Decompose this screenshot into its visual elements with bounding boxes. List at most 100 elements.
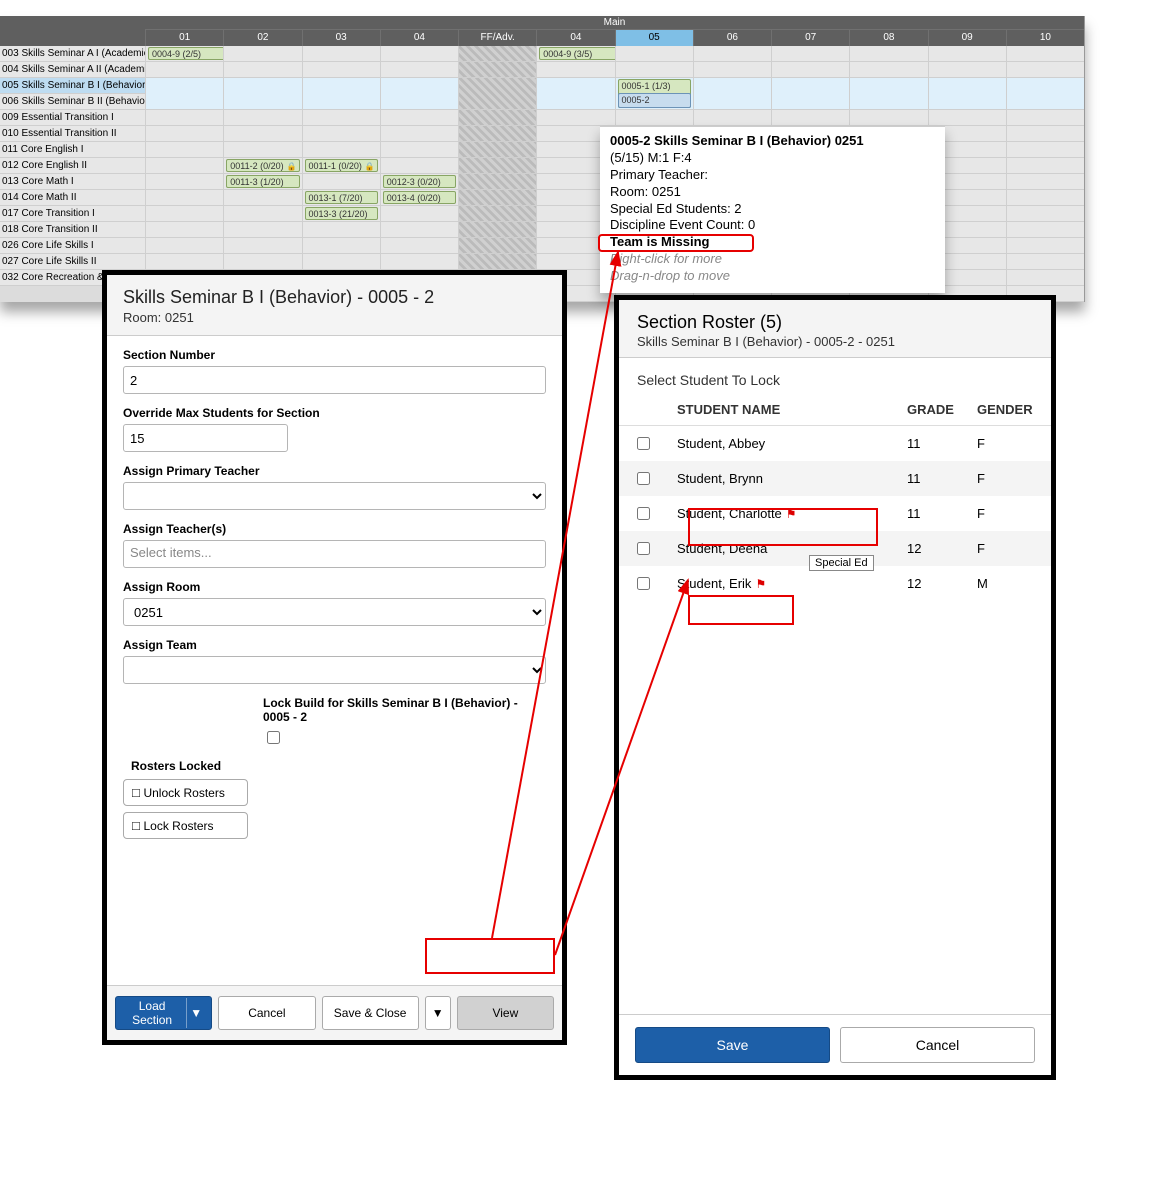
grid-cell[interactable] — [302, 126, 380, 141]
grid-cell[interactable] — [145, 78, 223, 109]
grid-cell[interactable] — [458, 110, 536, 125]
grid-cell[interactable] — [145, 174, 223, 189]
grid-cell[interactable] — [458, 158, 536, 173]
grid-cell[interactable] — [1006, 158, 1084, 173]
grid-cell[interactable] — [145, 62, 223, 77]
grid-cell[interactable] — [615, 110, 693, 125]
grid-cell[interactable] — [1006, 110, 1084, 125]
save-close-caret[interactable]: ▼ — [425, 996, 451, 1030]
grid-cell[interactable] — [458, 222, 536, 237]
section-number-input[interactable] — [123, 366, 546, 394]
grid-cell[interactable] — [928, 46, 1006, 61]
course-row-label[interactable]: 013 Core Math I — [0, 174, 145, 190]
grid-cell[interactable] — [1006, 238, 1084, 253]
grid-cell[interactable] — [145, 126, 223, 141]
grid-cell[interactable] — [302, 142, 380, 157]
grid-cell[interactable] — [928, 110, 1006, 125]
course-row-label[interactable]: 010 Essential Transition II — [0, 126, 145, 142]
roster-row[interactable]: Student, Erik⚑12M — [619, 566, 1051, 601]
grid-cell[interactable]: 0012-3 (0/20) — [380, 174, 458, 189]
grid-cell[interactable] — [302, 238, 380, 253]
course-row-label[interactable]: 006 Skills Seminar B II (Behavior) — [0, 94, 145, 110]
grid-cell[interactable] — [849, 46, 927, 61]
grid-cell[interactable] — [693, 46, 771, 61]
grid-cell[interactable] — [145, 142, 223, 157]
period-header[interactable]: 04 — [536, 30, 614, 46]
grid-cell[interactable] — [458, 190, 536, 205]
roster-cancel-button[interactable]: Cancel — [840, 1027, 1035, 1063]
grid-cell[interactable]: 0004-9 (3/5) — [536, 46, 614, 61]
grid-cell[interactable] — [223, 78, 301, 109]
course-row-label[interactable]: 012 Core English II — [0, 158, 145, 174]
grid-cell[interactable] — [615, 62, 693, 77]
grid-cell[interactable] — [615, 46, 693, 61]
roster-row[interactable]: Student, Charlotte⚑11F — [619, 496, 1051, 531]
grid-cell[interactable] — [536, 62, 614, 77]
roster-save-button[interactable]: Save — [635, 1027, 830, 1063]
grid-cell[interactable] — [458, 174, 536, 189]
roster-row[interactable]: Student, Abbey11F — [619, 426, 1051, 461]
grid-cell[interactable] — [849, 110, 927, 125]
grid-cell[interactable] — [302, 222, 380, 237]
section-chip[interactable]: 0013-4 (0/20) — [383, 191, 456, 204]
grid-cell[interactable] — [145, 110, 223, 125]
grid-cell[interactable] — [302, 110, 380, 125]
grid-cell[interactable] — [1006, 254, 1084, 269]
course-row-label[interactable]: 027 Core Life Skills II — [0, 254, 145, 270]
section-chip[interactable]: 0004-9 (3/5) — [539, 47, 614, 60]
lock-build-checkbox[interactable] — [267, 731, 280, 744]
grid-cell[interactable] — [223, 126, 301, 141]
grid-cell[interactable]: 0011-3 (1/20) — [223, 174, 301, 189]
grid-cell[interactable] — [380, 62, 458, 77]
grid-cell[interactable] — [223, 142, 301, 157]
grid-cell[interactable] — [771, 110, 849, 125]
grid-cell[interactable] — [380, 126, 458, 141]
period-header[interactable]: 01 — [145, 30, 223, 46]
section-chip[interactable]: 0004-9 (2/5) — [148, 47, 223, 60]
primary-teacher-select[interactable] — [123, 482, 546, 510]
period-header[interactable]: 02 — [223, 30, 301, 46]
lock-student-checkbox[interactable] — [637, 437, 650, 450]
period-header[interactable]: 06 — [693, 30, 771, 46]
grid-cell[interactable] — [223, 46, 301, 61]
grid-cell[interactable]: 0011-2 (0/20)🔒 — [223, 158, 301, 173]
grid-cell[interactable] — [145, 238, 223, 253]
period-header[interactable]: 10 — [1006, 30, 1084, 46]
grid-cell[interactable] — [458, 78, 536, 109]
grid-cell[interactable] — [458, 142, 536, 157]
grid-cell[interactable] — [693, 110, 771, 125]
grid-cell[interactable] — [458, 126, 536, 141]
lock-student-checkbox[interactable] — [637, 542, 650, 555]
grid-cell[interactable] — [458, 206, 536, 221]
cancel-button[interactable]: Cancel — [218, 996, 315, 1030]
section-chip[interactable]: 0011-1 (0/20)🔒 — [305, 159, 378, 172]
grid-cell[interactable] — [1006, 174, 1084, 189]
grid-cell[interactable] — [145, 206, 223, 221]
grid-cell[interactable]: 0005-1 (1/3)0005-2 — [615, 78, 693, 109]
grid-cell[interactable] — [223, 254, 301, 269]
view-button[interactable]: View — [457, 996, 554, 1030]
grid-cell[interactable] — [849, 78, 927, 109]
grid-cell[interactable] — [223, 222, 301, 237]
grid-cell[interactable]: 0013-1 (7/20) — [302, 190, 380, 205]
lock-student-checkbox[interactable] — [637, 472, 650, 485]
period-header[interactable]: 04 — [380, 30, 458, 46]
grid-cell[interactable] — [693, 62, 771, 77]
grid-cell[interactable] — [380, 46, 458, 61]
grid-cell[interactable] — [771, 78, 849, 109]
unlock-rosters-button[interactable]: Unlock Rosters — [123, 779, 248, 806]
period-header[interactable]: FF/Adv. — [458, 30, 536, 46]
grid-cell[interactable] — [302, 254, 380, 269]
save-close-button[interactable]: Save & Close — [322, 996, 419, 1030]
team-select[interactable] — [123, 656, 546, 684]
section-chip[interactable]: 0012-3 (0/20) — [383, 175, 456, 188]
grid-cell[interactable] — [380, 206, 458, 221]
grid-cell[interactable] — [536, 110, 614, 125]
grid-cell[interactable] — [1006, 126, 1084, 141]
course-row-label[interactable]: 014 Core Math II — [0, 190, 145, 206]
grid-cell[interactable] — [928, 62, 1006, 77]
grid-cell[interactable] — [302, 46, 380, 61]
grid-cell[interactable] — [302, 62, 380, 77]
grid-cell[interactable] — [771, 62, 849, 77]
grid-cell[interactable]: 0004-9 (2/5) — [145, 46, 223, 61]
